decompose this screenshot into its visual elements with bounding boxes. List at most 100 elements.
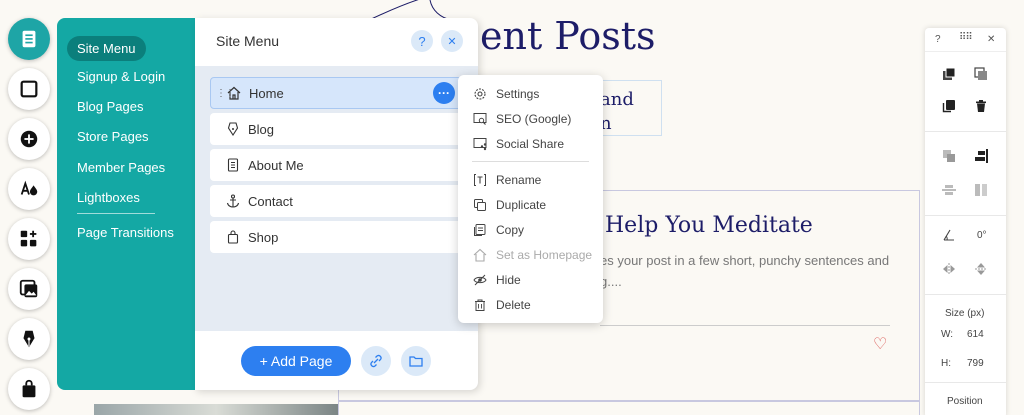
- page-item-contact[interactable]: Contact: [210, 185, 462, 217]
- align-group-icon[interactable]: [941, 148, 957, 164]
- drag-handle-icon[interactable]: ⋮⋮: [216, 88, 235, 99]
- post-card-excerpt-line-1: es your post in a few short, punchy sent…: [600, 253, 890, 268]
- trash-icon[interactable]: [973, 98, 989, 114]
- context-item-rename[interactable]: Rename: [472, 172, 541, 188]
- folder-icon: [409, 356, 423, 367]
- media-icon: [19, 279, 38, 298]
- width-value[interactable]: 614: [967, 329, 984, 340]
- copy-icon[interactable]: [941, 98, 957, 114]
- menu-item-blog-pages[interactable]: Blog Pages: [77, 99, 144, 114]
- panel-title: Site Menu: [216, 33, 280, 49]
- rotate-icon[interactable]: [941, 227, 957, 243]
- post-card-2[interactable]: [338, 400, 920, 415]
- text-box-line-1: and: [600, 89, 634, 110]
- inspector-header: ? ⠿⠿ ✕: [925, 28, 1006, 52]
- page-item-shop[interactable]: Shop: [210, 221, 462, 253]
- context-divider: [472, 161, 589, 162]
- height-label: H:: [941, 358, 951, 369]
- inspector-help-button[interactable]: ?: [935, 34, 941, 45]
- page-label: Home: [249, 85, 284, 101]
- close-button[interactable]: ✕: [441, 30, 463, 52]
- page-label: About Me: [248, 157, 304, 173]
- page-label: Blog: [248, 121, 275, 137]
- more-actions-button[interactable]: ···: [433, 82, 455, 104]
- post-card-excerpt-line-2: g....: [600, 274, 622, 289]
- distribute-icon[interactable]: [941, 182, 957, 198]
- apps-button[interactable]: [8, 218, 50, 260]
- context-item-delete[interactable]: Delete: [472, 297, 531, 313]
- page-context-menu: Settings SEO (Google) Social Share Renam…: [458, 75, 603, 323]
- context-label: Copy: [496, 223, 525, 237]
- context-label: SEO (Google): [496, 112, 572, 126]
- context-item-social-share[interactable]: Social Share: [472, 136, 564, 152]
- flip-vertical-icon[interactable]: [973, 261, 989, 277]
- apps-icon: [20, 230, 37, 247]
- arrange-back-icon[interactable]: [973, 66, 989, 82]
- anchor-icon: [226, 194, 240, 208]
- context-label: Set as Homepage: [496, 248, 593, 262]
- drag-grip-icon[interactable]: ⠿⠿: [959, 32, 973, 43]
- add-page-button[interactable]: + Add Page: [241, 346, 351, 376]
- shopping-bag-icon: [226, 230, 240, 244]
- flip-horizontal-icon[interactable]: [941, 261, 957, 277]
- page-item-about-me[interactable]: About Me: [210, 149, 462, 181]
- shopping-bag-icon: [22, 379, 36, 398]
- menu-item-page-transitions[interactable]: Page Transitions: [77, 225, 174, 240]
- context-item-seo[interactable]: SEO (Google): [472, 111, 571, 127]
- text-drop-icon: [20, 180, 38, 196]
- page-item-blog[interactable]: Blog: [210, 113, 462, 145]
- site-menu-panel: Site Menu ? ✕ ⋮⋮ Home ··· Blog About Me: [195, 18, 478, 390]
- context-label: Social Share: [496, 137, 565, 151]
- copy-icon: [472, 222, 488, 238]
- page-item-home[interactable]: ⋮⋮ Home ···: [210, 77, 462, 109]
- eye-icon: [472, 272, 488, 288]
- inspector-divider: [925, 382, 1006, 383]
- menu-item-site-menu[interactable]: Site Menu: [67, 36, 146, 61]
- text-box-line-2: n: [600, 113, 612, 134]
- context-item-set-as-homepage[interactable]: Set as Homepage: [472, 247, 592, 263]
- seo-icon: [472, 111, 488, 127]
- context-label: Hide: [496, 273, 521, 287]
- context-item-settings[interactable]: Settings: [472, 86, 539, 102]
- blog-button[interactable]: [8, 318, 50, 360]
- page-icon: [22, 30, 36, 48]
- media-button[interactable]: [8, 268, 50, 310]
- pen-nib-icon: [23, 330, 35, 348]
- background-button[interactable]: [8, 68, 50, 110]
- menu-item-member-pages[interactable]: Member Pages: [77, 160, 165, 175]
- square-icon: [20, 80, 38, 98]
- heart-icon[interactable]: ♡: [873, 334, 887, 354]
- inspector-divider: [925, 131, 1006, 132]
- rotation-value[interactable]: 0°: [977, 230, 987, 241]
- align-right-icon[interactable]: [973, 148, 989, 164]
- trash-icon: [472, 297, 488, 313]
- add-link-button[interactable]: [361, 346, 391, 376]
- pen-icon: [226, 122, 240, 136]
- arrange-front-icon[interactable]: [941, 66, 957, 82]
- page-label: Contact: [248, 193, 293, 209]
- menu-item-store-pages[interactable]: Store Pages: [77, 129, 149, 144]
- match-size-icon[interactable]: [973, 182, 989, 198]
- context-label: Duplicate: [496, 198, 547, 212]
- menu-item-signup-login[interactable]: Signup & Login: [77, 69, 165, 84]
- width-label: W:: [941, 329, 954, 340]
- context-item-duplicate[interactable]: Duplicate: [472, 197, 546, 213]
- design-button[interactable]: [8, 168, 50, 210]
- post-card-title: Help You Meditate: [605, 213, 813, 238]
- pages-menu-button[interactable]: [8, 18, 50, 60]
- page-label: Shop: [248, 229, 279, 245]
- help-button[interactable]: ?: [411, 30, 433, 52]
- duplicate-icon: [472, 197, 488, 213]
- inspector-close-button[interactable]: ✕: [987, 34, 995, 45]
- context-item-hide[interactable]: Hide: [472, 272, 521, 288]
- context-item-copy[interactable]: Copy: [472, 222, 524, 238]
- add-button[interactable]: [8, 118, 50, 160]
- document-icon: [226, 158, 240, 172]
- context-label: Delete: [496, 298, 531, 312]
- context-label: Rename: [496, 173, 542, 187]
- add-folder-button[interactable]: [401, 346, 431, 376]
- menu-item-lightboxes[interactable]: Lightboxes: [77, 190, 140, 205]
- height-value[interactable]: 799: [967, 358, 984, 369]
- text-box-content: and n: [600, 88, 634, 136]
- store-button[interactable]: [8, 368, 50, 410]
